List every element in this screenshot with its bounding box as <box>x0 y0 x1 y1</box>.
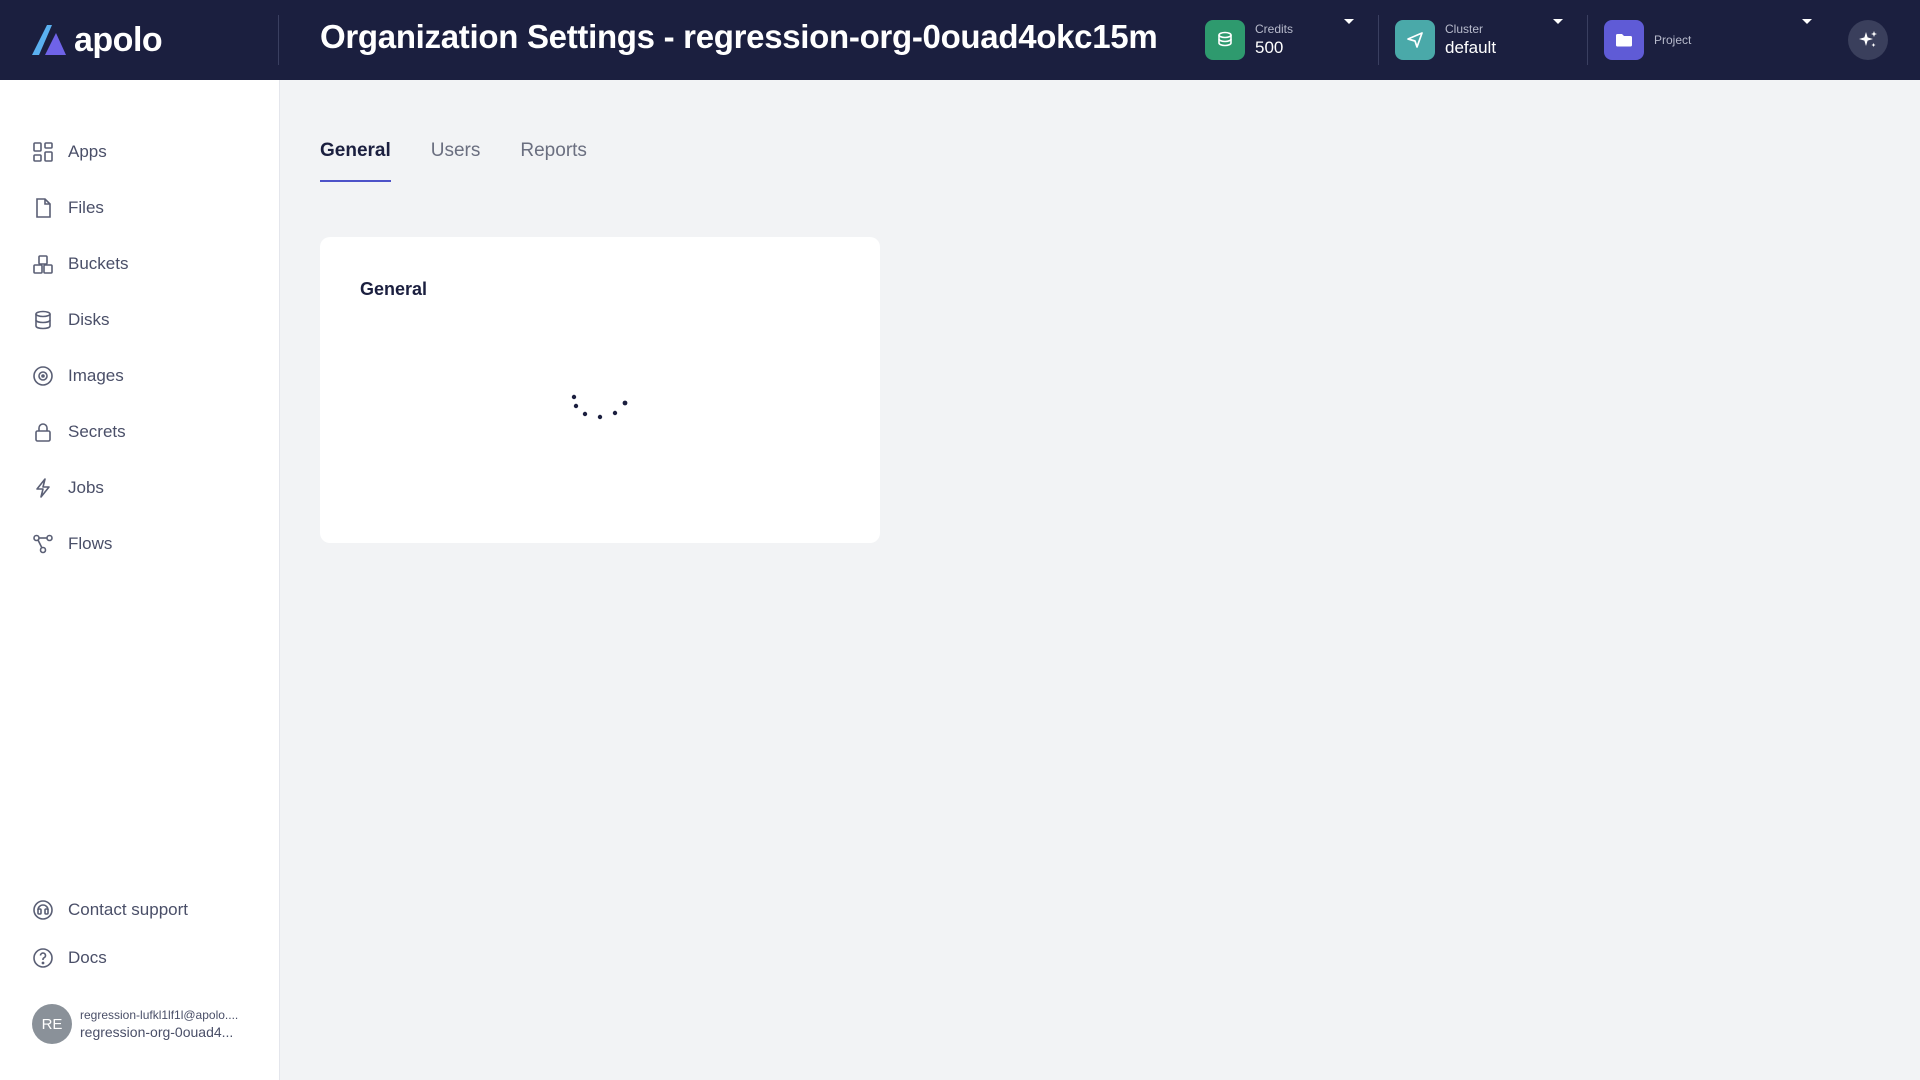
buckets-icon <box>33 255 53 274</box>
sidebar-item-apps[interactable]: Apps <box>32 134 262 170</box>
credits-chevron-down-icon[interactable] <box>1344 19 1354 24</box>
sidebar-item-flows[interactable]: Flows <box>32 526 262 562</box>
user-menu[interactable]: RE regression-lufkl1lf1l@apolo.... regre… <box>32 1002 262 1046</box>
divider <box>1587 15 1588 65</box>
sidebar-item-label: Files <box>68 198 104 217</box>
coins-icon <box>1205 20 1245 60</box>
card-title: General <box>360 279 428 299</box>
contact-support-link[interactable]: Contact support <box>32 892 262 928</box>
ai-sparkle-button[interactable] <box>1848 20 1888 60</box>
user-org: regression-org-0ouad4... <box>80 1024 234 1040</box>
sparkle-icon <box>1859 31 1877 47</box>
tab-reports[interactable]: Reports <box>520 140 587 182</box>
sidebar-item-label: Jobs <box>68 478 104 497</box>
docs-label: Docs <box>68 948 107 967</box>
sidebar: Apps Files Buckets Disks Images Secrets <box>0 80 280 1080</box>
project-selector[interactable]: Project <box>1604 18 1814 62</box>
sidebar-item-label: Disks <box>68 310 110 329</box>
lightning-icon <box>36 478 50 498</box>
flows-icon <box>33 534 53 554</box>
sidebar-item-label: Apps <box>68 142 107 161</box>
brand-name: apolo <box>74 20 163 59</box>
loading-spinner-icon <box>571 394 628 420</box>
credits-selector[interactable]: Credits 500 <box>1205 18 1355 62</box>
sidebar-item-secrets[interactable]: Secrets <box>32 414 262 450</box>
database-icon <box>35 310 51 330</box>
project-caption: Project <box>1654 32 1692 47</box>
sidebar-item-label: Flows <box>68 534 113 553</box>
project-chevron-down-icon[interactable] <box>1802 19 1812 24</box>
contact-support-label: Contact support <box>68 900 189 919</box>
help-icon <box>33 948 53 968</box>
sidebar-item-jobs[interactable]: Jobs <box>32 470 262 506</box>
tab-users[interactable]: Users <box>431 140 481 182</box>
file-icon <box>36 198 51 218</box>
headset-icon <box>33 900 53 920</box>
docs-link[interactable]: Docs <box>32 940 262 976</box>
general-card: General <box>320 237 880 543</box>
image-icon <box>33 366 53 386</box>
sidebar-item-label: Secrets <box>68 422 126 441</box>
cluster-value: default <box>1445 37 1497 57</box>
page-title: Organization Settings - regression-org-0… <box>320 18 1158 55</box>
apolo-logo-icon <box>32 25 66 55</box>
sidebar-item-buckets[interactable]: Buckets <box>32 246 262 282</box>
user-email: regression-lufkl1lf1l@apolo.... <box>80 1008 239 1022</box>
cluster-selector[interactable]: Cluster default <box>1395 18 1565 62</box>
lock-icon <box>35 423 51 442</box>
tab-general[interactable]: General <box>320 140 391 182</box>
divider <box>1378 15 1379 65</box>
top-bar: apolo Organization Settings - regression… <box>0 0 1920 80</box>
cluster-chevron-down-icon[interactable] <box>1553 19 1563 24</box>
cluster-icon <box>1395 20 1435 60</box>
sidebar-item-files[interactable]: Files <box>32 190 262 226</box>
credits-value: 500 <box>1255 37 1284 57</box>
sidebar-item-disks[interactable]: Disks <box>32 302 262 338</box>
sidebar-item-images[interactable]: Images <box>32 358 262 394</box>
divider <box>278 15 279 65</box>
folder-icon <box>1604 20 1644 60</box>
apps-icon <box>33 142 53 162</box>
credits-caption: Credits <box>1255 21 1294 36</box>
sidebar-item-label: Buckets <box>68 254 129 273</box>
cluster-caption: Cluster <box>1445 21 1484 36</box>
sidebar-item-label: Images <box>68 366 124 385</box>
settings-tabs: General Users Reports <box>320 140 627 182</box>
avatar: RE <box>32 1004 72 1044</box>
apolo-logo[interactable]: apolo <box>30 18 163 62</box>
